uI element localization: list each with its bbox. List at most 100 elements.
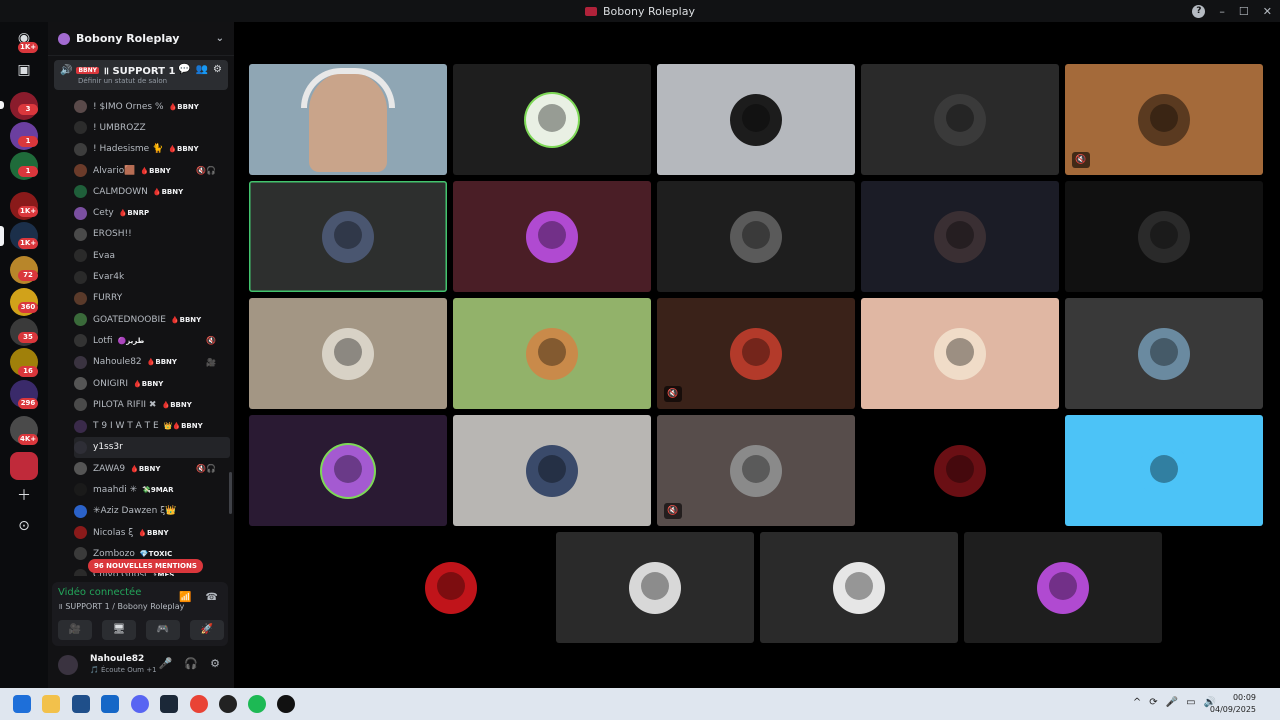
voice-member[interactable]: Evar4k [74, 266, 230, 287]
gear-icon[interactable]: ⚙ [210, 657, 220, 670]
add-server-icon[interactable]: ＋ [14, 486, 34, 506]
voice-member[interactable]: EROSH!! [74, 224, 230, 245]
help-icon[interactable]: ? [1192, 4, 1206, 18]
app-icon[interactable] [219, 695, 237, 713]
video-tile[interactable] [760, 532, 958, 643]
camera-button[interactable]: 🎥 [58, 620, 92, 640]
headphones-icon[interactable]: 🎧 [184, 657, 198, 670]
video-tile[interactable]: 🔇 [1065, 64, 1263, 175]
voice-member[interactable]: ! UMBROZZ [74, 117, 230, 138]
close-button[interactable]: ✕ [1263, 5, 1272, 18]
avatar [74, 419, 87, 433]
inbox-icon[interactable]: ▣ [14, 60, 34, 80]
video-tile[interactable] [556, 532, 754, 643]
muted-icon: 🎥 [206, 357, 216, 367]
app-logo-icon [585, 6, 598, 16]
minimize-button[interactable]: – [1219, 5, 1225, 18]
voice-member[interactable]: Nahoule82 🩸BBNY 🎥 [74, 352, 230, 373]
voice-member[interactable]: maahdi ✳ 💸9MAR [74, 479, 230, 500]
voice-member[interactable]: Alvario🟫 🩸BBNY 🔇🎧 [74, 160, 230, 181]
spotify-icon[interactable] [248, 695, 266, 713]
screen-share-button[interactable]: 🖥 [102, 620, 136, 640]
window-controls: ? – ☐ ✕ [1192, 0, 1272, 22]
tray-chevron-icon[interactable]: ^ [1133, 697, 1141, 708]
sync-icon[interactable]: ⟳ [1149, 697, 1157, 708]
video-tile[interactable]: 🔇 [657, 415, 855, 526]
video-tile[interactable] [657, 181, 855, 292]
clock[interactable]: 00:09 04/09/2025 [1210, 692, 1256, 716]
voice-member[interactable]: ZAWA9 🩸BBNY 🔇🎧 [74, 458, 230, 479]
member-tag: 🟣طريز [117, 336, 145, 345]
video-tile[interactable] [861, 64, 1059, 175]
store-icon[interactable] [72, 695, 90, 713]
voice-channel-path[interactable]: ॥ SUPPORT 1 / Bobony Roleplay [58, 601, 184, 612]
avatar [629, 561, 681, 614]
outlook-icon[interactable] [101, 695, 119, 713]
avatar [1138, 444, 1190, 497]
voice-channel[interactable]: 🔊 BBNY ॥ SUPPORT 1 Définir un statut de … [54, 60, 228, 90]
discord-taskbar-icon[interactable] [131, 695, 149, 713]
chrome-icon[interactable] [190, 695, 208, 713]
channel-status-placeholder[interactable]: Définir un statut de salon [78, 77, 222, 85]
voice-member[interactable]: CALMDOWN 🩸BBNY [74, 181, 230, 202]
avatar[interactable] [58, 655, 78, 675]
settings-icon[interactable]: ⚙ [213, 64, 222, 75]
scrollbar[interactable] [229, 472, 232, 514]
video-tile[interactable] [249, 298, 447, 409]
server-icon-bobony[interactable] [10, 452, 38, 480]
video-tile[interactable] [964, 532, 1162, 643]
voice-member[interactable]: Cety 🩸BNRP [74, 202, 230, 223]
microphone-icon[interactable]: 🎤 [159, 657, 173, 670]
activities-button[interactable]: 🎮 [146, 620, 180, 640]
explore-icon[interactable]: ⊙ [14, 516, 34, 536]
voice-member[interactable]: GOATEDNOOBIE 🩸BBNY [74, 309, 230, 330]
video-tile[interactable] [453, 298, 651, 409]
new-mentions-pill[interactable]: 96 NOUVELLES MENTIONS [88, 559, 203, 573]
voice-member[interactable]: T 9 I W T A T E 👑🩸BBNY [74, 415, 230, 436]
video-tile[interactable] [861, 181, 1059, 292]
chat-icon[interactable]: 💬 [178, 64, 190, 75]
video-tile[interactable] [249, 64, 447, 175]
voice-member[interactable]: ✳Aziz Dawzen ξ👑 [74, 501, 230, 522]
voice-member[interactable]: y1ss3r [74, 436, 230, 459]
video-tile[interactable]: 🔇 [657, 298, 855, 409]
voice-member[interactable]: ! Hadesisme 🐈 🩸BBNY [74, 139, 230, 160]
invite-icon[interactable]: 👥 [196, 64, 208, 75]
voice-member[interactable]: PILOTA RIFII ✖ 🩸BBNY [74, 394, 230, 415]
channel-sidebar: Bobony Roleplay ⌄ 🔊 BBNY ॥ SUPPORT 1 Déf… [48, 22, 234, 688]
video-tile[interactable] [249, 181, 447, 292]
voice-member[interactable]: FURRY [74, 288, 230, 309]
video-tile[interactable] [657, 64, 855, 175]
member-tag: 🩸BBNY [140, 166, 171, 175]
start-icon[interactable] [13, 695, 31, 713]
voice-member[interactable]: Lotfi 🟣طريز 🔇 [74, 330, 230, 351]
video-tile[interactable] [1065, 181, 1263, 292]
video-tile[interactable] [1065, 415, 1263, 526]
voice-member[interactable]: ! $IMO Ornes % 🩸BBNY [74, 96, 230, 117]
video-tile[interactable] [453, 415, 651, 526]
video-tile[interactable] [861, 415, 1059, 526]
steam-icon[interactable] [160, 695, 178, 713]
voice-member[interactable]: Evaa [74, 245, 230, 266]
member-name: Alvario🟫 [93, 165, 136, 176]
mic-tray-icon[interactable]: 🎤 [1166, 697, 1178, 708]
avatar [730, 210, 782, 263]
soundboard-button[interactable]: 🚀 [190, 620, 224, 640]
video-tile[interactable] [1065, 298, 1263, 409]
cursor-app-icon[interactable] [277, 695, 295, 713]
video-tile[interactable] [861, 298, 1059, 409]
display-icon[interactable]: ▭ [1186, 697, 1195, 708]
maximize-button[interactable]: ☐ [1239, 5, 1249, 18]
video-tile[interactable] [352, 532, 550, 643]
voice-member[interactable]: ONIGIRI 🩸BBNY [74, 373, 230, 394]
video-tile[interactable] [453, 181, 651, 292]
video-tile[interactable] [249, 415, 447, 526]
voice-panel-icons: 📶 ☎ [179, 592, 218, 603]
member-tag: 🩸BBNY [146, 358, 177, 367]
file-explorer-icon[interactable] [42, 695, 60, 713]
server-header[interactable]: Bobony Roleplay ⌄ [48, 22, 234, 56]
signal-icon[interactable]: 📶 [179, 592, 191, 603]
disconnect-icon[interactable]: ☎ [206, 592, 218, 603]
voice-member[interactable]: Nicolas ξ 🩸BBNY [74, 522, 230, 543]
video-tile[interactable] [453, 64, 651, 175]
